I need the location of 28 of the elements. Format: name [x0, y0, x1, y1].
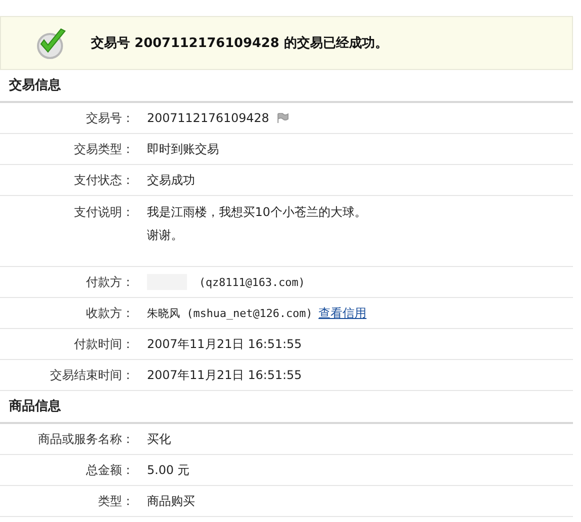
field-label: 交易结束时间：: [49, 366, 134, 384]
field-value: 买化: [147, 430, 171, 448]
field-value: 我是江雨楼，我想买10个小苍兰的大球。: [147, 204, 366, 221]
field-value: (qz8111@163.com): [199, 276, 305, 288]
field-label: 支付状态：: [73, 172, 134, 188]
field-value: 交易成功: [147, 172, 195, 188]
field-value: 谢谢。: [147, 227, 184, 244]
flag-icon[interactable]: [277, 113, 290, 123]
view-credit-link[interactable]: 查看信用: [318, 304, 366, 322]
field-label: 商品或服务名称：: [37, 430, 134, 448]
field-value: 商品购买: [147, 492, 195, 510]
field-label: 类型：: [97, 492, 134, 510]
field-label: 交易类型：: [73, 140, 134, 158]
field-label: 收款方：: [85, 304, 134, 322]
field-label: 付款时间：: [73, 336, 134, 352]
field-value: 5.00 元: [147, 462, 190, 478]
field-value: 2007年11月21日 16:51:55: [147, 336, 302, 352]
field-label: 支付说明：: [73, 204, 134, 221]
field-value: 2007年11月21日 16:51:55: [147, 366, 302, 384]
field-label: 付款方：: [85, 274, 134, 290]
field-value: 朱晓风 (mshua_net@126.com): [147, 306, 312, 320]
section-heading: 商品信息: [0, 391, 573, 424]
banner-text: 交易号 2007112176109428 的交易已经成功。: [91, 34, 388, 52]
field-label: 总金额：: [85, 462, 134, 478]
field-value: 即时到账交易: [147, 140, 219, 158]
field-label: 交易号：: [85, 110, 134, 126]
field-value: 2007112176109428: [147, 111, 270, 125]
section-heading: 交易信息: [0, 70, 573, 103]
